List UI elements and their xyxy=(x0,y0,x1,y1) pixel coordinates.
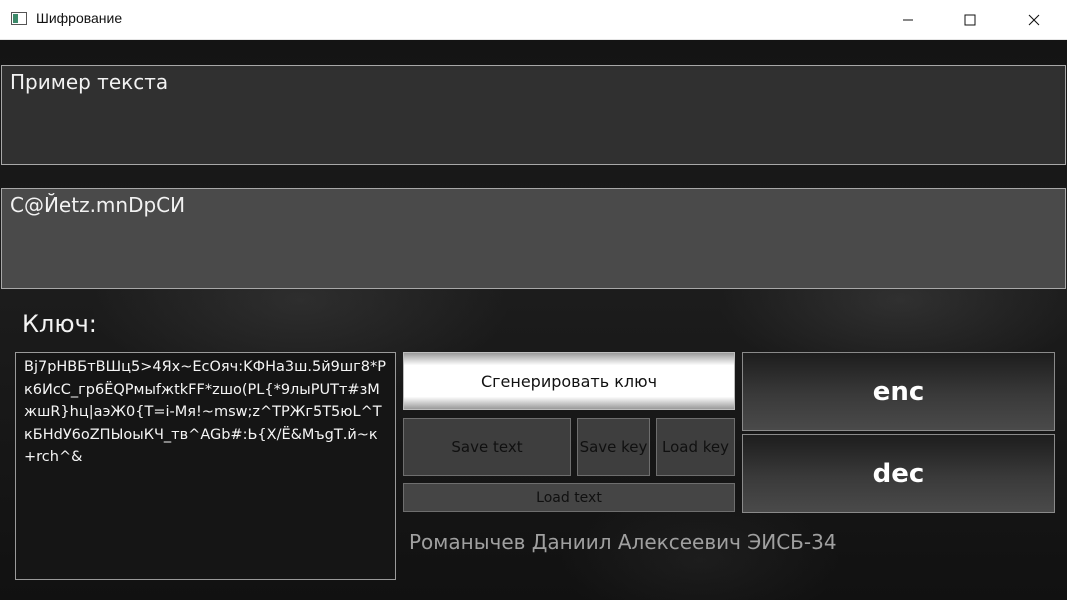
close-icon xyxy=(1028,14,1040,25)
generate-key-button[interactable]: Сгенерировать ключ xyxy=(403,352,735,410)
load-key-button[interactable]: Load key xyxy=(656,418,735,476)
close-button[interactable] xyxy=(1011,0,1057,39)
key-field[interactable]: Bj7pHBБтВШц5>4Яx~EcОяч:KФНа3ш.5й9шг8*Pк6… xyxy=(15,352,396,580)
title-bar: Шифрование xyxy=(0,0,1067,40)
minimize-button[interactable] xyxy=(885,0,931,39)
app-window-icon xyxy=(11,12,27,25)
plaintext-field[interactable]: Пример текста xyxy=(1,65,1066,165)
maximize-icon xyxy=(964,14,976,25)
encrypt-button[interactable]: enc xyxy=(742,352,1055,431)
minimize-icon xyxy=(903,19,913,20)
maximize-button[interactable] xyxy=(947,0,993,39)
decrypt-button[interactable]: dec xyxy=(742,434,1055,513)
ciphertext-field[interactable]: C@Йetz.mnDpСИ xyxy=(1,188,1066,289)
author-label: Романычев Даниил Алексеевич ЭИСБ-34 xyxy=(409,530,837,554)
load-text-button[interactable]: Load text xyxy=(403,483,735,512)
save-text-button[interactable]: Save text xyxy=(403,418,571,476)
key-label: Ключ: xyxy=(22,310,97,338)
save-key-button[interactable]: Save key xyxy=(577,418,650,476)
window-title: Шифрование xyxy=(36,10,123,26)
